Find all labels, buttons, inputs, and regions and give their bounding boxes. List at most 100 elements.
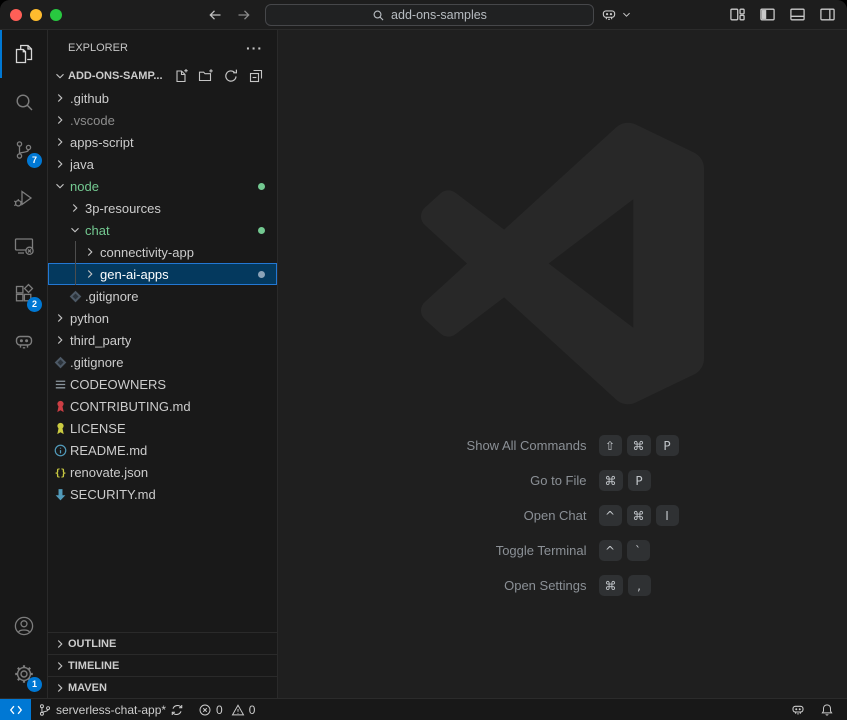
zoom-window-button[interactable] xyxy=(50,9,62,21)
tree-item-3p-resources[interactable]: 3p-resources xyxy=(48,197,277,219)
shortcut-keys: ^⌘I xyxy=(599,498,829,533)
tree-item-third-party[interactable]: third_party xyxy=(48,329,277,351)
copilot-menu[interactable] xyxy=(600,0,632,29)
panel-header-maven[interactable]: MAVEN xyxy=(48,676,277,698)
activity-spacer xyxy=(0,366,47,602)
chevron-right-icon xyxy=(52,311,68,325)
tree-item-security-md[interactable]: SECURITY.md xyxy=(48,483,277,505)
copilot-status-item[interactable] xyxy=(783,699,813,720)
tree-item-java[interactable]: java xyxy=(48,153,277,175)
keycap: I xyxy=(656,505,679,526)
activity-bottom: 1 xyxy=(0,602,47,698)
activity-item-copilot[interactable] xyxy=(0,318,47,366)
activity-item-explorer[interactable] xyxy=(0,30,47,78)
more-actions-icon[interactable]: ··· xyxy=(246,43,263,53)
chevron-down-icon xyxy=(621,9,632,20)
explorer-root-row[interactable]: ADD-ONS-SAMP... xyxy=(48,65,277,87)
panel-label: OUTLINE xyxy=(68,638,116,650)
titlebar: add-ons-samples xyxy=(0,0,847,30)
refresh-icon[interactable] xyxy=(223,68,239,84)
toggle-primary-sidebar-icon[interactable] xyxy=(759,6,776,23)
tree-item-readme-md[interactable]: README.md xyxy=(48,439,277,461)
warnings-icon xyxy=(231,703,245,717)
chevron-right-icon xyxy=(52,91,68,105)
main-area: 72 1 EXPLORER ··· ADD-ONS-SAMP... .githu… xyxy=(0,30,847,698)
toggle-panel-icon[interactable] xyxy=(789,6,806,23)
activity-item-run-debug[interactable] xyxy=(0,174,47,222)
keycap: ⌘ xyxy=(599,470,623,491)
braces-file-icon: {} xyxy=(52,465,68,480)
activity-bar: 7 2 1 xyxy=(0,30,48,698)
keycap: ^ xyxy=(599,505,622,526)
keycap: P xyxy=(656,435,679,456)
shortcut-label: Show All Commands xyxy=(297,428,587,463)
forward-icon[interactable] xyxy=(236,7,252,23)
tree-item-label: java xyxy=(70,157,94,172)
shortcut-label: Go to File xyxy=(297,463,587,498)
tree-item-label: LICENSE xyxy=(70,421,126,436)
tree-item-label: apps-script xyxy=(70,135,134,150)
git-branch-icon xyxy=(38,703,52,717)
tree-item-label: .gitignore xyxy=(85,289,138,304)
git-file-icon xyxy=(52,355,68,370)
notifications-status-item[interactable] xyxy=(813,699,841,720)
copilot-icon xyxy=(600,6,618,24)
tree-item-gen-ai-apps[interactable]: gen-ai-apps xyxy=(48,263,277,285)
tree-item-label: README.md xyxy=(70,443,147,458)
vscode-window: add-ons-samples xyxy=(0,0,847,720)
activity-item-search[interactable] xyxy=(0,78,47,126)
explorer-actions xyxy=(173,68,277,84)
status-bar: serverless-chat-app* 0 0 xyxy=(0,698,847,720)
panel-header-timeline[interactable]: TIMELINE xyxy=(48,654,277,676)
tree-item--gitignore[interactable]: .gitignore xyxy=(48,285,277,307)
back-icon[interactable] xyxy=(207,7,223,23)
tree-item-python[interactable]: python xyxy=(48,307,277,329)
keycap: ⌘ xyxy=(627,435,651,456)
customize-layout-icon[interactable] xyxy=(729,6,746,23)
activity-item-settings[interactable]: 1 xyxy=(0,650,47,698)
tree-item-renovate-json[interactable]: {} renovate.json xyxy=(48,461,277,483)
remote-indicator[interactable] xyxy=(0,699,31,720)
chevron-right-icon xyxy=(82,267,98,281)
minimize-window-button[interactable] xyxy=(30,9,42,21)
search-icon xyxy=(12,90,36,114)
tree-item-node[interactable]: node xyxy=(48,175,277,197)
tree-item--vscode[interactable]: .vscode xyxy=(48,109,277,131)
activity-item-accounts[interactable] xyxy=(0,602,47,650)
shortcut-label: Toggle Terminal xyxy=(297,533,587,568)
activity-item-extensions[interactable]: 2 xyxy=(0,270,47,318)
close-window-button[interactable] xyxy=(10,9,22,21)
tree-item-label: renovate.json xyxy=(70,465,148,480)
keycap: ⌘ xyxy=(599,575,623,596)
svg-text:{}: {} xyxy=(54,468,66,479)
tree-item-chat[interactable]: chat xyxy=(48,219,277,241)
problems-status-item[interactable]: 0 0 xyxy=(191,699,262,720)
tree-item-connectivity-app[interactable]: connectivity-app xyxy=(48,241,277,263)
command-center-search[interactable]: add-ons-samples xyxy=(265,4,594,26)
tree-item-label: SECURITY.md xyxy=(70,487,156,502)
panel-header-outline[interactable]: OUTLINE xyxy=(48,632,277,654)
arrow-down-file-icon xyxy=(52,487,68,502)
tree-item--github[interactable]: .github xyxy=(48,87,277,109)
chevron-down-icon xyxy=(52,179,68,193)
branch-status-item[interactable]: serverless-chat-app* xyxy=(31,699,191,720)
activity-item-source-control[interactable]: 7 xyxy=(0,126,47,174)
shortcut-keys: ⌘, xyxy=(599,568,829,603)
new-file-icon[interactable] xyxy=(173,68,189,84)
git-status-dot xyxy=(258,183,265,190)
explorer-icon xyxy=(12,42,36,66)
root-folder-label: ADD-ONS-SAMP... xyxy=(68,70,163,82)
new-folder-icon[interactable] xyxy=(198,68,214,84)
remote-explorer-icon xyxy=(12,234,36,258)
collapse-all-icon[interactable] xyxy=(248,68,264,84)
extensions-badge: 2 xyxy=(27,297,42,312)
tree-item--gitignore[interactable]: .gitignore xyxy=(48,351,277,373)
tree-item-codeowners[interactable]: CODEOWNERS xyxy=(48,373,277,395)
activity-item-remote-explorer[interactable] xyxy=(0,222,47,270)
tree-item-contributing-md[interactable]: CONTRIBUTING.md xyxy=(48,395,277,417)
chevron-right-icon xyxy=(52,157,68,171)
tree-item-apps-script[interactable]: apps-script xyxy=(48,131,277,153)
tree-item-license[interactable]: LICENSE xyxy=(48,417,277,439)
toggle-secondary-sidebar-icon[interactable] xyxy=(819,6,836,23)
git-status-dot xyxy=(258,271,265,278)
